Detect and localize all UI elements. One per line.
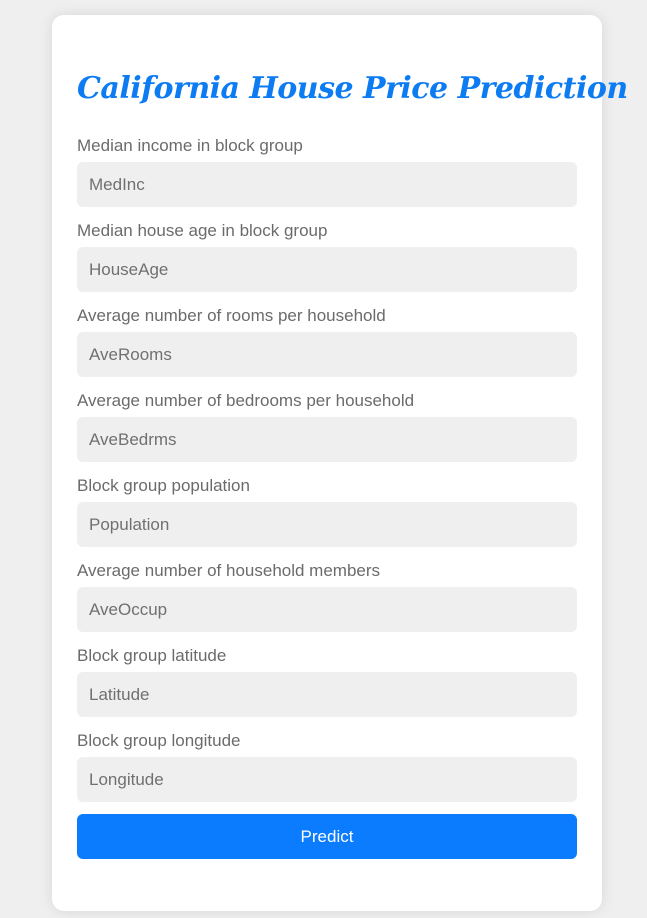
field-averooms: Average number of rooms per household: [77, 306, 577, 393]
prediction-form: Median income in block group Median hous…: [77, 136, 577, 859]
field-houseage: Median house age in block group: [77, 221, 577, 308]
aveoccup-input[interactable]: [77, 587, 577, 632]
population-input[interactable]: [77, 502, 577, 547]
page-title: California House Price Prediction: [77, 71, 628, 106]
prediction-card: California House Price Prediction Median…: [52, 15, 628, 911]
avebedrms-label: Average number of bedrooms per household: [77, 391, 415, 410]
latitude-input[interactable]: [77, 672, 577, 717]
aveoccup-label: Average number of household members: [77, 561, 381, 580]
field-avebedrms: Average number of bedrooms per household: [77, 391, 577, 478]
houseage-input[interactable]: [77, 247, 577, 292]
houseage-label: Median house age in block group: [77, 221, 328, 240]
field-population: Block group population: [77, 476, 577, 563]
field-aveoccup: Average number of household members: [77, 561, 577, 648]
predict-button[interactable]: Predict: [77, 814, 577, 859]
medinc-input[interactable]: [77, 162, 577, 207]
field-latitude: Block group latitude: [77, 646, 577, 733]
field-longitude: Block group longitude: [77, 731, 577, 818]
avebedrms-input[interactable]: [77, 417, 577, 462]
population-label: Block group population: [77, 476, 250, 495]
latitude-label: Block group latitude: [77, 646, 227, 665]
averooms-input[interactable]: [77, 332, 577, 377]
averooms-label: Average number of rooms per household: [77, 306, 386, 325]
field-medinc: Median income in block group: [77, 136, 577, 223]
medinc-label: Median income in block group: [77, 136, 303, 155]
longitude-label: Block group longitude: [77, 731, 241, 750]
longitude-input[interactable]: [77, 757, 577, 802]
